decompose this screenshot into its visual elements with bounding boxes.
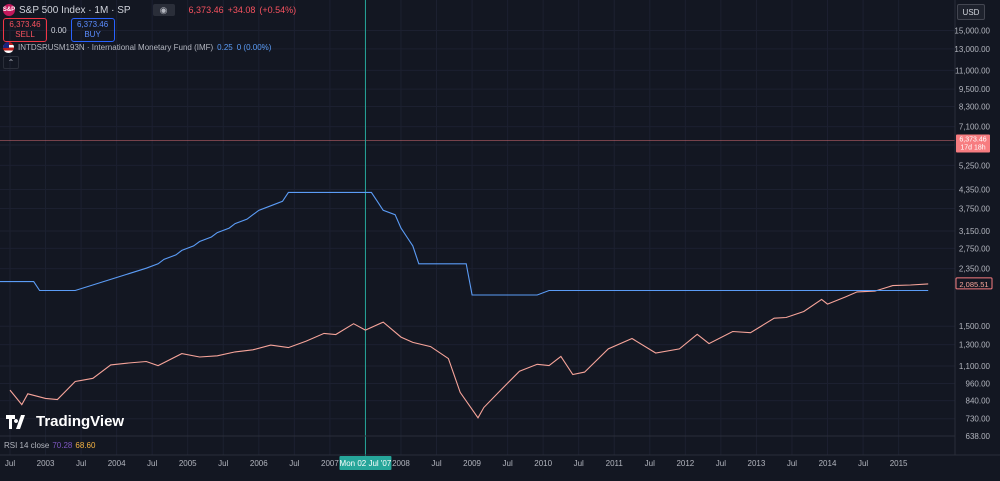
price-tick-label: 5,250.00 <box>959 161 991 170</box>
symbol-header[interactable]: S&P S&P 500 Index · 1M · SP ◉ 6,373.46 +… <box>3 4 296 16</box>
tradingview-logo-icon <box>6 414 25 429</box>
price-tick-label: 9,500.00 <box>959 85 991 94</box>
current-price-label: 6,373.46 <box>959 136 986 143</box>
time-tick-label: 2015 <box>890 459 908 468</box>
price-tick-label: 1,300.00 <box>959 341 991 350</box>
time-tick-label: Jul <box>218 459 228 468</box>
price-tick-label: 960.00 <box>966 380 991 389</box>
buy-price: 6,373.46 <box>77 20 109 29</box>
time-tick-label: 2014 <box>819 459 837 468</box>
us-flag-icon <box>3 42 14 53</box>
price-tick-label: 638.00 <box>966 432 991 441</box>
sell-label: SELL <box>15 30 35 39</box>
time-axis[interactable]: Jul 2003 Jul 2004 Jul 2005 Jul 2006 Jul 2007 Jul 20… <box>5 459 908 468</box>
currency-button[interactable]: USD <box>957 4 985 20</box>
time-tick-label: 2010 <box>534 459 552 468</box>
time-tick-label: 2013 <box>748 459 766 468</box>
price-tick-label: 2,750.00 <box>959 244 991 253</box>
price-tick-label: 8,300.00 <box>959 103 991 112</box>
eye-icon[interactable]: ◉ <box>152 4 175 16</box>
time-tick-label: Jul <box>574 459 584 468</box>
price-tick-label: 3,750.00 <box>959 205 991 214</box>
price-tick-label: 13,000.00 <box>954 45 990 54</box>
buy-button[interactable]: 6,373.46 BUY <box>70 18 115 42</box>
price-tick-label: 15,000.00 <box>954 27 990 36</box>
time-tick-label: Jul <box>716 459 726 468</box>
header-change: +34.08 <box>227 5 256 15</box>
grid-lines <box>0 0 955 455</box>
time-tick-label: Jul <box>5 459 15 468</box>
sell-price: 6,373.46 <box>9 20 41 29</box>
price-tick-label: 1,500.00 <box>959 322 991 331</box>
time-tick-label: Jul <box>289 459 299 468</box>
price-tick-label: 730.00 <box>966 415 991 424</box>
rsi-value-1: 70.28 <box>52 441 73 450</box>
time-tick-label: 2006 <box>250 459 268 468</box>
time-tick-label: Jul <box>787 459 797 468</box>
header-price: 6,373.46 <box>188 5 224 15</box>
price-tick-label: 1,100.00 <box>959 362 991 371</box>
spread-value: 0.00 <box>51 25 67 35</box>
price-tick-label: 2,350.00 <box>959 265 991 274</box>
time-tick-label: 2005 <box>179 459 197 468</box>
time-tick-label: 2011 <box>606 459 624 468</box>
time-tick-label: Jul <box>858 459 868 468</box>
buy-label: BUY <box>84 30 101 39</box>
overlay-name: INTDSRUSM193N · International Monetary F… <box>18 43 214 52</box>
price-axis[interactable]: 15,000.00 13,000.00 11,000.00 9,500.00 8,300… <box>954 27 990 441</box>
sell-button[interactable]: 6,373.46 SELL <box>3 18 47 42</box>
time-tick-label: 2009 <box>463 459 481 468</box>
price-tick-label: 4,350.00 <box>959 185 991 194</box>
price-tick-label: 3,150.00 <box>959 227 991 236</box>
overlay-legend[interactable]: INTDSRUSM193N · International Monetary F… <box>3 42 271 53</box>
rsi-value-2: 68.60 <box>75 441 96 450</box>
time-tick-label: 2012 <box>676 459 694 468</box>
sp500-series-line <box>9 283 929 419</box>
tradingview-logo[interactable]: TradingView <box>6 413 124 430</box>
crosshair-date-label: Mon 02 Jul '07 <box>340 459 392 468</box>
time-tick-label: Jul <box>76 459 86 468</box>
countdown-label: 17d 18h <box>960 144 985 151</box>
price-tick-label: 7,100.00 <box>959 123 991 132</box>
time-tick-label: Jul <box>645 459 655 468</box>
time-tick-label: 2007 <box>321 459 339 468</box>
time-tick-label: 2003 <box>37 459 55 468</box>
trade-buttons: 6,373.46 SELL 0.00 6,373.46 BUY <box>3 18 115 42</box>
time-tick-label: 2004 <box>108 459 126 468</box>
rsi-legend[interactable]: RSI 14 close 70.28 68.60 <box>4 441 95 450</box>
sp500-icon: S&P <box>3 4 15 16</box>
rsi-label: RSI 14 close <box>4 441 50 450</box>
time-tick-label: Jul <box>503 459 513 468</box>
time-tick-label: 2008 <box>392 459 410 468</box>
chart-area[interactable]: 15,000.00 13,000.00 11,000.00 9,500.00 8,300… <box>0 0 1000 481</box>
chevron-up-icon[interactable]: ⌃ <box>3 56 19 69</box>
last-value-label: 2,085.51 <box>959 280 988 289</box>
overlay-value: 0.25 <box>217 43 233 52</box>
price-tick-label: 840.00 <box>966 397 991 406</box>
header-change-pct: (+0.54%) <box>259 5 297 15</box>
overlay-change: 0 (0.00%) <box>236 43 272 52</box>
rate-series-line <box>0 191 929 296</box>
brand-name: TradingView <box>36 413 125 430</box>
time-tick-label: Jul <box>431 459 441 468</box>
time-tick-label: Jul <box>147 459 157 468</box>
symbol-title[interactable]: S&P 500 Index · 1M · SP <box>19 5 131 16</box>
price-tick-label: 11,000.00 <box>955 66 991 75</box>
